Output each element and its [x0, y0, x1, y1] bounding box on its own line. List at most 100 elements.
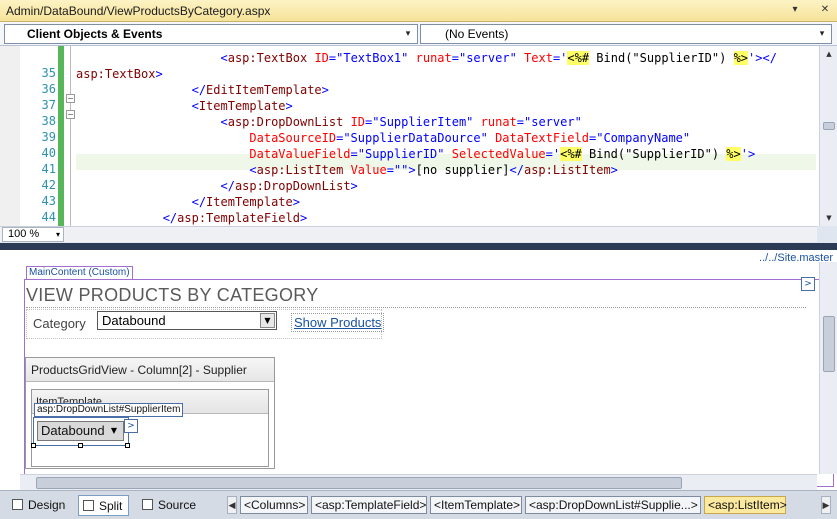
- category-dropdown[interactable]: Databound ▼: [97, 311, 277, 330]
- scroll-thumb[interactable]: [36, 477, 682, 489]
- code-vertical-scrollbar[interactable]: ▲ ▼: [819, 46, 837, 226]
- code-token: </: [191, 83, 207, 97]
- collapse-icon[interactable]: −: [66, 110, 75, 119]
- code-line[interactable]: </asp:TemplateField>: [76, 210, 308, 226]
- code-token: asp:DropDownList: [234, 179, 351, 193]
- code-token: asp:TextBox: [227, 51, 308, 65]
- client-objects-combo[interactable]: Client Objects & Events ▾: [4, 24, 418, 44]
- code-token: DataTextField: [495, 131, 589, 145]
- line-number: 43: [41, 194, 56, 208]
- events-combo[interactable]: (No Events) ▾: [420, 24, 832, 44]
- line-number: 36: [41, 82, 56, 96]
- breadcrumb-item[interactable]: <asp:ListItem>: [704, 496, 787, 514]
- resize-handle[interactable]: [78, 443, 83, 448]
- code-token: =': [552, 51, 568, 65]
- scroll-down-icon[interactable]: ▼: [823, 212, 835, 224]
- view-tab-design[interactable]: Design: [8, 495, 71, 516]
- code-token: ID: [350, 115, 366, 129]
- code-token: >: [285, 99, 293, 113]
- split-divider[interactable]: [0, 243, 837, 250]
- zoom-level: 100 %: [8, 228, 40, 240]
- outline-guide: [70, 46, 71, 226]
- code-token: CompanyName: [603, 131, 683, 145]
- code-line[interactable]: <asp:DropDownList ID="SupplierItem" runa…: [76, 114, 582, 130]
- design-vertical-scrollbar[interactable]: [819, 262, 837, 474]
- code-token: >: [350, 179, 358, 193]
- smart-tag-icon[interactable]: >: [124, 419, 138, 433]
- code-line[interactable]: </EditItemTemplate>: [76, 82, 329, 98]
- code-token: >: [299, 211, 308, 225]
- code-token: DataValueField: [249, 147, 351, 161]
- resize-handle[interactable]: [125, 443, 130, 448]
- line-number: 42: [41, 178, 56, 192]
- zoom-combo[interactable]: 100 % ▾: [2, 227, 64, 242]
- gridview-panel-header: ProductsGridView - Column[2] - Supplier: [26, 358, 274, 382]
- view-switcher-bar: ◀ ▶ Design Split Source <Columns> <asp:Templ…: [0, 490, 837, 519]
- dropdownlist-tag[interactable]: asp:DropDownList#SupplierItem: [34, 403, 184, 417]
- code-horizontal-scrollbar[interactable]: [66, 229, 816, 241]
- outlining-margin: − −: [64, 46, 76, 226]
- code-token: ": [574, 115, 582, 129]
- content-placeholder-tag[interactable]: MainContent (Custom): [26, 266, 133, 279]
- code-line[interactable]: <asp:ListItem Value="">[no supplier]</as…: [76, 162, 618, 178]
- split-view-icon: [83, 500, 94, 511]
- code-token: ="">: [386, 163, 416, 177]
- breadcrumb-item[interactable]: <asp:DropDownList#Supplie...>: [525, 496, 701, 514]
- line-number: 39: [41, 130, 56, 144]
- design-view-icon: [12, 499, 23, 510]
- code-line[interactable]: <ItemTemplate>: [76, 98, 293, 114]
- show-products-link[interactable]: Show Products: [291, 313, 385, 332]
- resize-handle[interactable]: [31, 443, 36, 448]
- editor-status-strip: 100 % ▾: [0, 226, 817, 242]
- scroll-up-icon[interactable]: ▲: [823, 48, 835, 60]
- code-token: Value: [350, 163, 387, 177]
- code-token: asp:ListItem: [256, 163, 344, 177]
- close-icon[interactable]: ✕: [818, 3, 832, 17]
- view-tab-split[interactable]: Split: [78, 495, 130, 516]
- code-line[interactable]: asp:TextBox>: [76, 66, 163, 82]
- code-line[interactable]: DataValueField="SupplierID" SelectedValu…: [76, 146, 755, 162]
- breadcrumb-item[interactable]: <Columns>: [240, 496, 308, 514]
- code-token: %>: [733, 51, 749, 65]
- navigation-bar: Client Objects & Events ▾ (No Events) ▾: [0, 22, 837, 46]
- tab-dropdown-icon[interactable]: ▾: [788, 3, 802, 17]
- code-text[interactable]: <asp:TextBox ID="TextBox1" runat="server…: [76, 46, 816, 226]
- code-token: >: [321, 83, 329, 97]
- supplier-dropdown[interactable]: Databound ▼: [37, 421, 124, 441]
- code-token: >: [155, 67, 163, 81]
- code-token: <: [249, 163, 257, 177]
- scroll-thumb[interactable]: [823, 316, 835, 372]
- collapse-icon[interactable]: −: [66, 94, 75, 103]
- code-token: SupplierID: [365, 147, 438, 161]
- breadcrumb-item[interactable]: <asp:TemplateField>: [311, 496, 427, 514]
- code-token: <%#: [560, 147, 582, 161]
- indicator-margin: [0, 46, 20, 226]
- client-objects-label: Client Objects & Events: [27, 27, 163, 41]
- code-token: ID: [314, 51, 329, 65]
- code-editor[interactable]: 35 36 37 38 39 40 41 42 43 44 − − <asp:TextBox ID…: [0, 46, 837, 226]
- smart-tag-icon[interactable]: >: [801, 277, 815, 291]
- view-tab-label: Split: [99, 499, 123, 513]
- design-horizontal-scrollbar[interactable]: [20, 474, 817, 490]
- line-number: 37: [41, 98, 56, 112]
- code-line[interactable]: DataSourceID="SupplierDataDource" DataTe…: [76, 130, 690, 146]
- document-tab[interactable]: Admin/DataBound/ViewProductsByCategory.a…: [0, 0, 837, 22]
- breadcrumb-scroll-right-icon[interactable]: ▶: [821, 496, 831, 514]
- scroll-thumb[interactable]: [823, 122, 835, 130]
- code-token: EditItemTemplate: [206, 83, 322, 97]
- code-token: =": [336, 131, 351, 145]
- code-line[interactable]: <asp:TextBox ID="TextBox1" runat="server…: [76, 50, 777, 66]
- breadcrumb-scroll-left-icon[interactable]: ◀: [227, 496, 237, 514]
- code-token: Bind("SupplierID"): [581, 147, 727, 161]
- code-line[interactable]: </ItemTemplate>: [76, 194, 300, 210]
- breadcrumb-item[interactable]: <ItemTemplate>: [430, 496, 522, 514]
- code-token: <%#: [567, 51, 590, 65]
- view-tab-source[interactable]: Source: [138, 495, 202, 516]
- code-token: =": [365, 115, 380, 129]
- code-token: runat: [415, 51, 452, 65]
- code-line[interactable]: </asp:DropDownList>: [76, 178, 358, 194]
- code-token: '>: [740, 147, 756, 161]
